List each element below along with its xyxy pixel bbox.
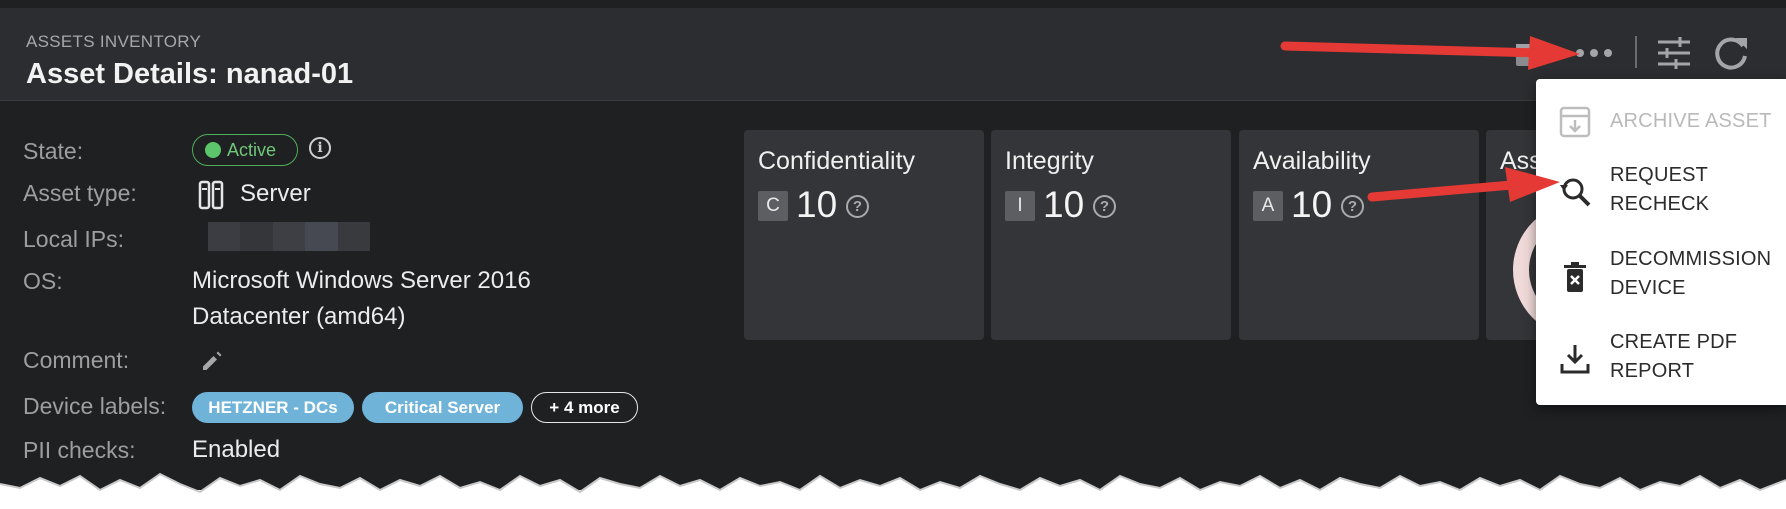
info-icon[interactable]: i [309,137,331,159]
more-labels-button[interactable]: + 4 more [531,392,638,423]
menu-item-label: REPORT [1610,360,1695,382]
local-ips-label: Local IPs: [23,226,124,252]
comment-label: Comment: [23,347,130,373]
section-label: ASSETS INVENTORY [26,32,202,51]
card-letter: I [1005,191,1035,221]
card-title: Confidentiality [758,147,916,175]
status-badge: Active [192,134,298,166]
page-header: ASSETS INVENTORY Asset Details: nanad-01 [0,8,1786,101]
toolbar-divider [1635,36,1637,68]
os-label: OS: [23,268,63,294]
torn-edge-decoration [0,472,1786,509]
app-frame: ASSETS INVENTORY Asset Details: nanad-01 [0,0,1786,490]
create-pdf-report-item[interactable]: CREATE PDF REPORT [1536,326,1786,396]
state-label: State: [23,138,84,164]
device-label-tag[interactable]: HETZNER - DCs [192,392,354,423]
menu-item-label: DECOMMISSION [1610,248,1772,270]
delete-icon [1564,262,1586,292]
asset-type-label: Asset type: [23,180,137,206]
actions-dropdown: ARCHIVE ASSET REQUEST RECHECK DECOMMISSI… [1536,79,1786,405]
card-title: Integrity [1005,147,1094,175]
download-icon [1560,345,1590,374]
more-icon[interactable] [1574,46,1614,60]
device-label-tag[interactable]: Critical Server [362,392,523,423]
refresh-icon[interactable] [1712,34,1750,72]
request-recheck-item[interactable]: REQUEST RECHECK [1536,159,1786,229]
decommission-device-item[interactable]: DECOMMISSION DEVICE [1536,243,1786,313]
menu-item-label: CREATE PDF [1610,331,1738,353]
server-icon [198,180,224,210]
help-icon[interactable]: ? [1093,195,1116,218]
page-title: Asset Details: nanad-01 [26,58,354,90]
archive-icon [1559,106,1591,138]
status-dot [205,142,221,158]
menu-item-label: DEVICE [1610,277,1686,299]
card-score: 10 [796,184,838,225]
help-icon[interactable]: ? [846,195,869,218]
search-refresh-icon [1560,178,1591,207]
menu-item-label: RECHECK [1610,193,1710,215]
os-value-line2: Datacenter (amd64) [192,303,406,330]
os-value-line1: Microsoft Windows Server 2016 [192,267,531,294]
card-score: 10 [1043,184,1085,225]
availability-card: Availability A 10 ? [1239,130,1479,340]
pii-checks-value: Enabled [192,436,281,463]
card-score: 10 [1291,184,1333,225]
filters-icon[interactable] [1656,36,1692,70]
device-labels-label: Device labels: [23,393,167,419]
card-letter: A [1253,191,1283,221]
edit-pencil-icon[interactable] [200,349,224,373]
archive-asset-item[interactable]: ARCHIVE ASSET [1536,95,1786,151]
menu-item-label: REQUEST [1610,164,1709,186]
integrity-card: Integrity I 10 ? [991,130,1231,340]
confidentiality-card: Confidentiality C 10 ? [744,130,984,340]
pii-checks-label: PII checks: [23,437,136,463]
menu-item-label: ARCHIVE ASSET [1610,110,1772,132]
asset-type-value: Server [240,180,311,207]
card-letter: C [758,191,788,221]
help-icon[interactable]: ? [1341,195,1364,218]
card-title: Availability [1253,147,1371,175]
calendar-icon[interactable] [1514,38,1542,68]
status-text: Active [227,139,277,160]
